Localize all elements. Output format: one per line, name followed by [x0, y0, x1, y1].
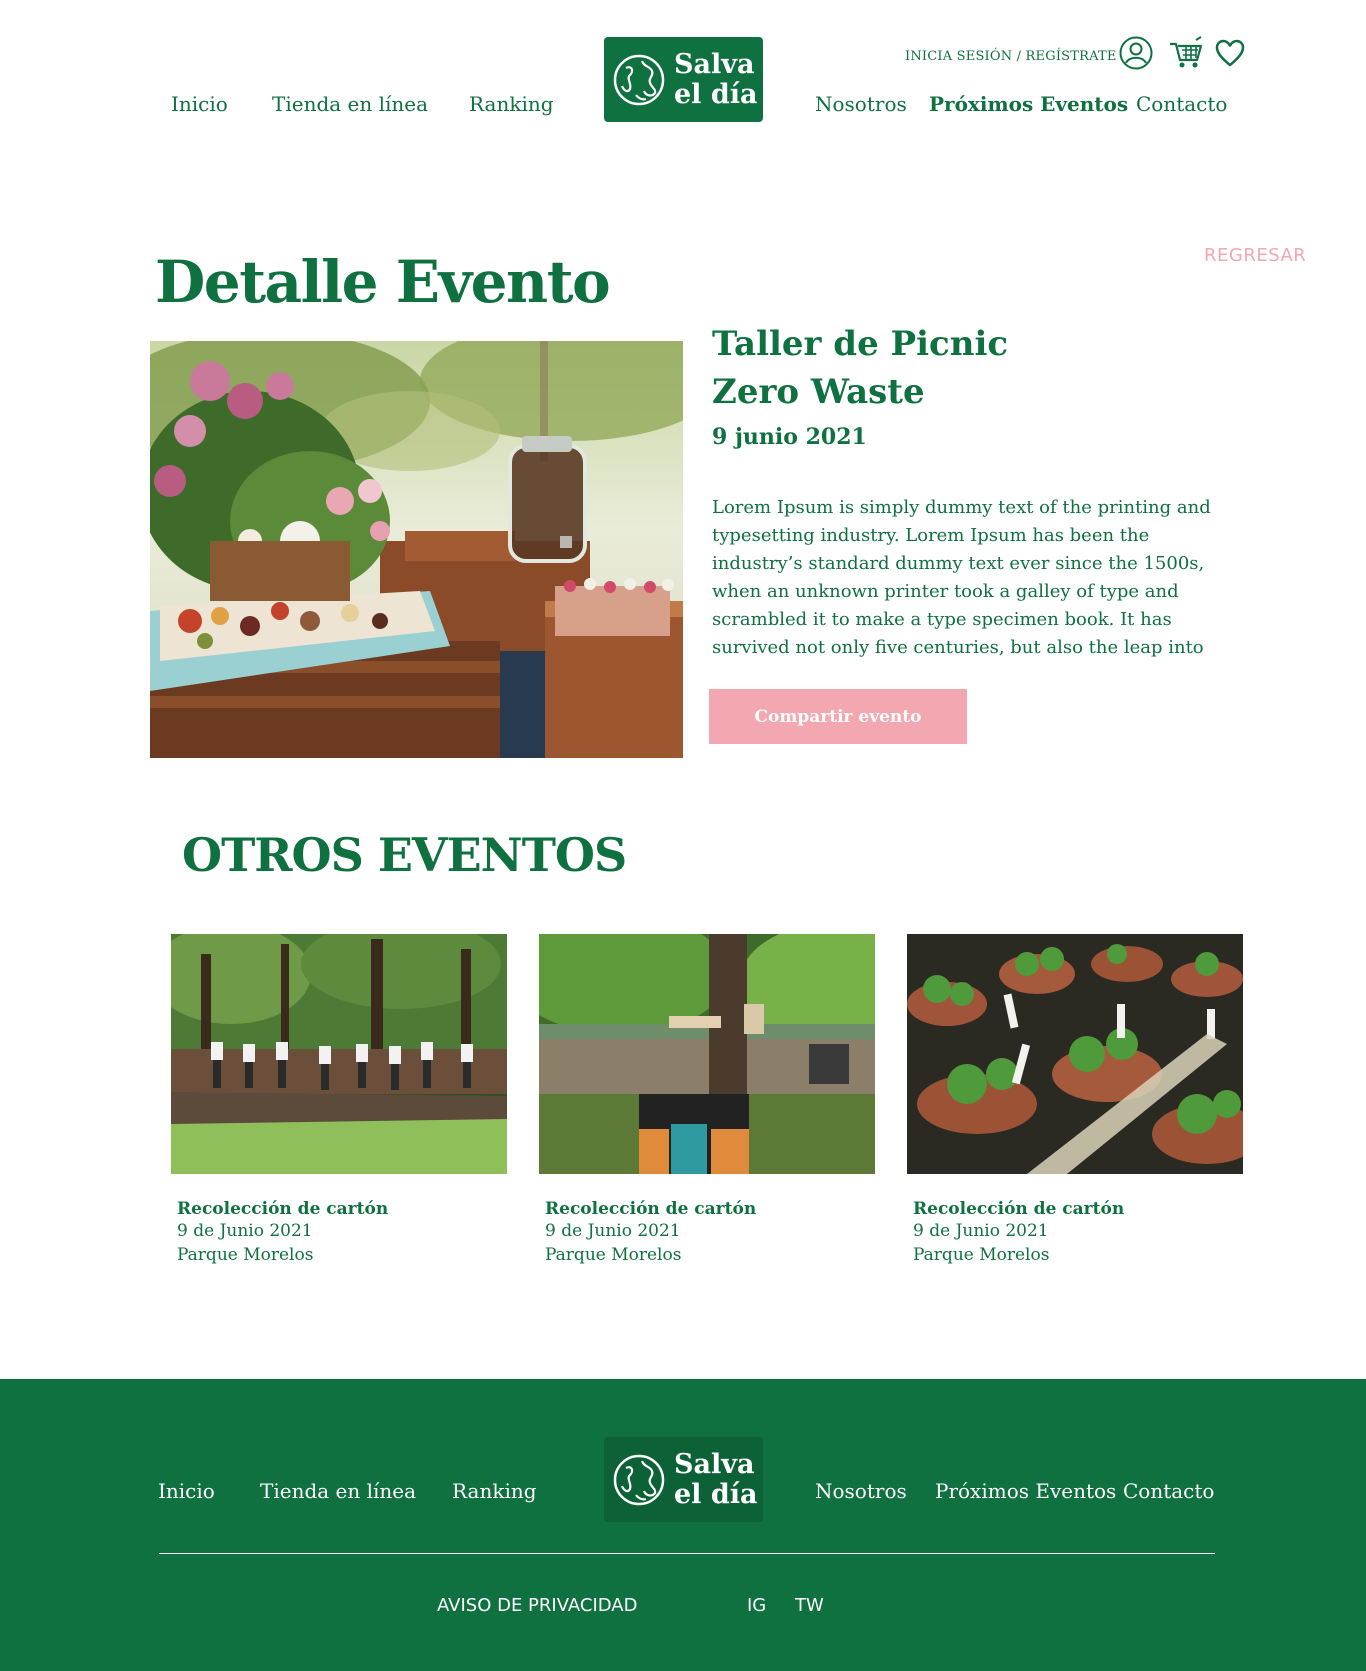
site-header: Inicio Tienda en línea Ranking Salva el … [0, 0, 1366, 140]
forest-group-photo [171, 934, 507, 1174]
nav-ranking[interactable]: Ranking [469, 92, 554, 116]
other-events-title: OTROS EVENTOS [182, 828, 627, 882]
footer-brand-name-line1: Salva [674, 1448, 755, 1480]
footer-nav-tienda[interactable]: Tienda en línea [260, 1479, 416, 1503]
event-card-title[interactable]: Recolección de cartón [545, 1199, 875, 1219]
event-card-date: 9 de Junio 2021 [545, 1221, 681, 1241]
event-date: 9 junio 2021 [712, 424, 867, 450]
footer-divider [159, 1553, 1215, 1554]
globe-icon [613, 54, 665, 105]
compost-station-photo [539, 934, 875, 1174]
event-card-date: 9 de Junio 2021 [177, 1221, 313, 1241]
footer-nav-ranking[interactable]: Ranking [452, 1479, 537, 1503]
nav-contacto[interactable]: Contacto [1136, 92, 1227, 116]
privacy-notice-link[interactable]: AVISO DE PRIVACIDAD [437, 1595, 637, 1616]
twitter-link[interactable]: TW [795, 1595, 824, 1616]
event-card-image[interactable] [539, 934, 875, 1174]
nav-proximos-eventos[interactable]: Próximos Eventos [929, 92, 1128, 116]
brand-logo[interactable]: Salva el día [604, 37, 763, 122]
event-card-date: 9 de Junio 2021 [913, 1221, 1049, 1241]
site-footer: Inicio Tienda en línea Ranking Salva el … [0, 1379, 1366, 1671]
footer-brand-logo[interactable]: Salva el día [604, 1437, 763, 1522]
heart-icon[interactable] [1212, 35, 1248, 71]
globe-icon [613, 1454, 665, 1505]
picnic-photo [150, 341, 683, 758]
nav-nosotros[interactable]: Nosotros [815, 92, 907, 116]
share-event-button[interactable]: Compartir evento [709, 689, 967, 744]
event-title-line2: Zero Waste [712, 372, 925, 412]
event-description: Lorem Ipsum is simply dummy text of the … [712, 497, 1211, 658]
back-link[interactable]: REGRESAR [1204, 245, 1306, 266]
footer-nav-nosotros[interactable]: Nosotros [815, 1479, 907, 1503]
page-title: Detalle Evento [155, 248, 611, 316]
event-card-image[interactable] [171, 934, 507, 1174]
event-card[interactable]: Recolección de cartón 9 de Junio 2021 Pa… [171, 934, 507, 1267]
nav-tienda[interactable]: Tienda en línea [272, 92, 428, 116]
event-card-image[interactable] [907, 934, 1243, 1174]
event-card[interactable]: Recolección de cartón 9 de Junio 2021 Pa… [907, 934, 1243, 1267]
event-card-place: Parque Morelos [177, 1245, 314, 1265]
event-title: Taller de Picnic Zero Waste [712, 320, 1152, 416]
footer-nav-contacto[interactable]: Contacto [1123, 1479, 1214, 1503]
brand-name-line1: Salva [674, 48, 755, 80]
event-card[interactable]: Recolección de cartón 9 de Junio 2021 Pa… [539, 934, 875, 1267]
event-card-title[interactable]: Recolección de cartón [177, 1199, 507, 1219]
event-title-line1: Taller de Picnic [712, 324, 1009, 364]
brand-name-line2: el día [674, 78, 758, 110]
user-icon[interactable] [1118, 35, 1154, 71]
footer-nav-proximos-eventos[interactable]: Próximos Eventos [935, 1479, 1116, 1503]
cart-icon[interactable] [1168, 35, 1204, 71]
footer-nav-inicio[interactable]: Inicio [158, 1479, 215, 1503]
event-card-place: Parque Morelos [545, 1245, 682, 1265]
login-register-link[interactable]: INICIA SESIÓN / REGÍSTRATE [905, 49, 1117, 64]
event-card-place: Parque Morelos [913, 1245, 1050, 1265]
event-hero-image [150, 341, 683, 758]
event-card-title[interactable]: Recolección de cartón [913, 1199, 1243, 1219]
seedlings-photo [907, 934, 1243, 1174]
nav-inicio[interactable]: Inicio [171, 92, 228, 116]
instagram-link[interactable]: IG [747, 1595, 766, 1616]
footer-brand-name-line2: el día [674, 1478, 758, 1510]
